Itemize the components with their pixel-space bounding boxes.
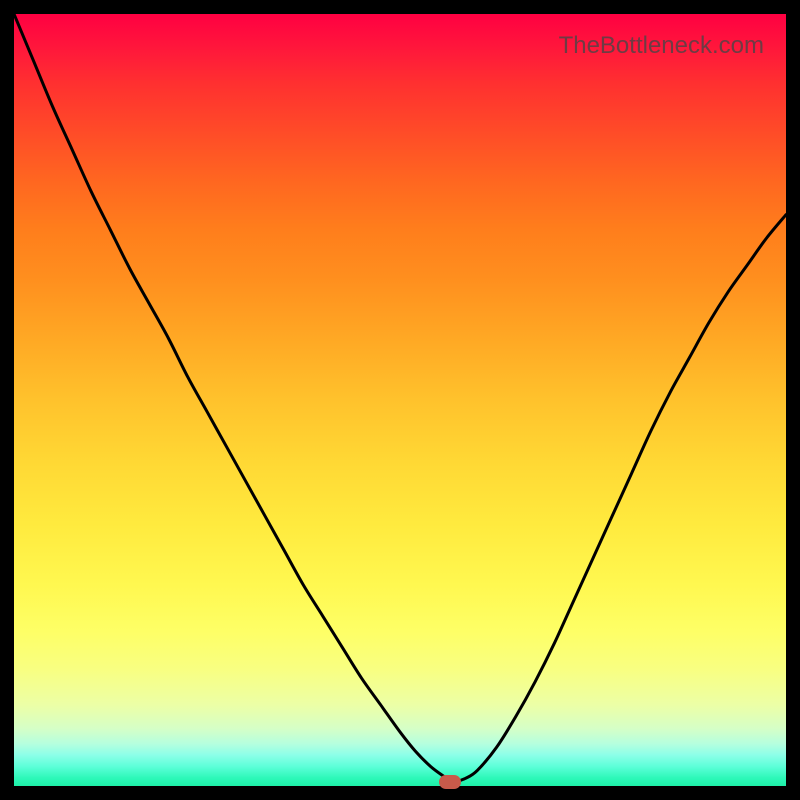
chart-plot-area: TheBottleneck.com (14, 14, 786, 786)
chart-frame: TheBottleneck.com (0, 0, 800, 800)
optimum-marker (439, 775, 461, 789)
bottleneck-curve (14, 14, 786, 783)
watermark-text: TheBottleneck.com (559, 32, 764, 60)
chart-curve-svg (14, 14, 786, 786)
